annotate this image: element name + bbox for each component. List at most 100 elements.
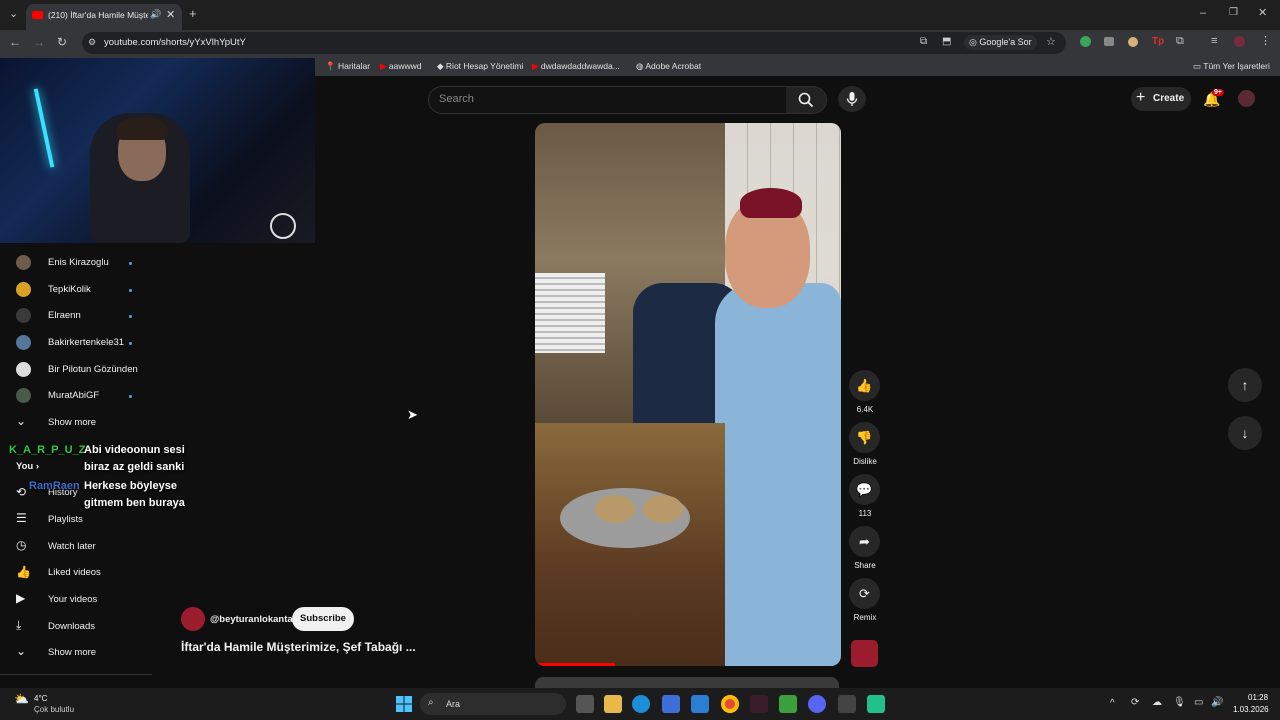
- translate-icon[interactable]: ⧉: [920, 36, 927, 47]
- ask-google-button[interactable]: ◎ Google'a Sor: [964, 35, 1037, 50]
- chrome-icon[interactable]: [721, 695, 739, 713]
- close-window-icon[interactable]: ✕: [1258, 8, 1267, 19]
- search-input[interactable]: Search: [428, 86, 788, 114]
- webcam-overlay: [0, 58, 315, 243]
- share-button[interactable]: ➦: [849, 526, 880, 557]
- clock-time[interactable]: 01:28: [1248, 693, 1268, 702]
- share-icon: ➦: [859, 534, 870, 549]
- microphone-icon[interactable]: 🎙: [1173, 697, 1186, 708]
- voice-search-button[interactable]: [838, 86, 866, 112]
- channel-avatar[interactable]: [181, 607, 205, 631]
- all-bookmarks[interactable]: ▭ Tüm Yer İşaretleri: [1193, 61, 1270, 72]
- onedrive-icon[interactable]: ☁: [1152, 697, 1162, 708]
- search-placeholder: Search: [439, 93, 474, 105]
- sidebar-item-bir-pilotun[interactable]: Bir Pilotun Gözünden: [48, 364, 138, 375]
- bookmark-label: aawwwd: [388, 61, 422, 71]
- minimize-icon[interactable]: –: [1200, 8, 1206, 19]
- taskbar-search[interactable]: ⌕ Ara: [420, 693, 566, 715]
- sidebar-item-downloads[interactable]: Downloads: [48, 621, 95, 632]
- extension-icon-3[interactable]: [1128, 37, 1138, 47]
- sidebar-item-playlists[interactable]: Playlists: [48, 514, 83, 525]
- sidebar-item-enis[interactable]: Enis Kirazoglu: [48, 257, 109, 268]
- extensions-puzzle-icon[interactable]: ⧉: [1176, 36, 1184, 47]
- reload-icon[interactable]: ↻: [57, 36, 67, 48]
- search-button[interactable]: [786, 86, 827, 114]
- channel-handle[interactable]: @beyturanlokanta: [210, 614, 293, 625]
- profile-avatar[interactable]: [1234, 36, 1245, 47]
- remix-button[interactable]: ⟳: [849, 578, 880, 609]
- extension-icon-2[interactable]: [1104, 37, 1114, 46]
- tray-app-icon[interactable]: ⟳: [1131, 697, 1139, 708]
- app-icon-3[interactable]: [867, 695, 885, 713]
- app-icon[interactable]: [779, 695, 797, 713]
- sidebar-item-liked-videos[interactable]: Liked videos: [48, 567, 101, 578]
- app-icon-2[interactable]: [838, 695, 856, 713]
- bookmark-dwda[interactable]: ▶ dwdawdaddwawda...: [532, 61, 620, 72]
- reading-list-icon[interactable]: ≡: [1211, 36, 1217, 47]
- address-bar[interactable]: ⚙ youtube.com/shorts/yYxVlhYpUtY ⧉ ⬒ ◎ G…: [82, 32, 1066, 54]
- new-tab-icon[interactable]: +: [189, 7, 197, 20]
- dislike-button[interactable]: 👎: [849, 422, 880, 453]
- windows-start-icon[interactable]: [396, 696, 412, 712]
- sound-thumbnail[interactable]: [851, 640, 878, 667]
- install-icon[interactable]: ⬒: [942, 36, 951, 47]
- account-avatar[interactable]: [1238, 90, 1255, 107]
- tray-overflow-icon[interactable]: ^: [1110, 698, 1115, 709]
- store-icon[interactable]: [662, 695, 680, 713]
- bookmark-label: dwdawdaddwawda...: [540, 61, 620, 71]
- clock-date[interactable]: 1.03.2026: [1233, 705, 1269, 714]
- remix-icon: ⟳: [859, 586, 870, 601]
- outlook-icon[interactable]: [691, 695, 709, 713]
- you-section-header[interactable]: You ›: [16, 461, 39, 472]
- create-label: Create: [1153, 93, 1185, 104]
- file-explorer-icon[interactable]: [604, 695, 622, 713]
- display-icon[interactable]: ▭: [1194, 697, 1203, 708]
- sidebar-item-muratabigf[interactable]: MuratAbiGF: [48, 390, 99, 401]
- sidebar-item-your-videos[interactable]: Your videos: [48, 594, 97, 605]
- like-button[interactable]: 👍: [849, 370, 880, 401]
- browser-tab[interactable]: (210) İftar'da Hamile Müşte 🔊 ✕: [26, 4, 182, 30]
- sidebar-item-tepkikolik[interactable]: TepkiKolik: [48, 284, 91, 295]
- show-more-button[interactable]: Show more: [48, 417, 96, 428]
- short-video-player[interactable]: [535, 123, 841, 666]
- browser-menu-icon[interactable]: ⋮: [1260, 36, 1271, 47]
- discord-icon[interactable]: [808, 695, 826, 713]
- maximize-icon[interactable]: ❐: [1229, 8, 1238, 18]
- edge-icon[interactable]: [632, 695, 650, 713]
- next-short-button[interactable]: ↓: [1228, 416, 1262, 450]
- previous-short-button[interactable]: ↑: [1228, 368, 1262, 402]
- bookmark-aawwwd[interactable]: ▶ aawwwd: [380, 61, 422, 72]
- weather-desc[interactable]: Çok bulutlu: [34, 705, 74, 714]
- tab-list-icon[interactable]: ⌄: [9, 9, 18, 20]
- url-text[interactable]: youtube.com/shorts/yYxVlhYpUtY: [104, 37, 246, 48]
- valorant-icon[interactable]: [750, 695, 768, 713]
- extension-icon-tp[interactable]: Tp: [1152, 36, 1164, 47]
- comments-button[interactable]: 💬: [849, 474, 880, 505]
- video-title[interactable]: İftar'da Hamile Müşterimize, Şef Tabağı …: [181, 640, 416, 654]
- chevron-down-icon: ⌄: [16, 644, 27, 658]
- history-icon: ⟲: [16, 485, 27, 499]
- bookmark-riot[interactable]: ◆ Riot Hesap Yönetimi: [437, 61, 523, 72]
- thumbs-down-icon: 👎: [856, 430, 873, 445]
- bookmark-acrobat[interactable]: ◍ Adobe Acrobat: [636, 61, 701, 72]
- subscribe-button[interactable]: Subscribe: [292, 607, 354, 631]
- close-tab-icon[interactable]: ✕: [166, 8, 175, 21]
- site-info-icon[interactable]: ⚙: [88, 37, 96, 48]
- back-icon[interactable]: ←: [9, 36, 21, 48]
- create-button[interactable]: + Create: [1131, 87, 1191, 111]
- bookmark-star-icon[interactable]: ☆: [1046, 35, 1056, 48]
- sidebar-item-bakirkertenkele[interactable]: Bakirkertenkele31: [48, 337, 124, 348]
- sidebar-item-watch-later[interactable]: Watch later: [48, 541, 96, 552]
- chevron-down-icon: ⌄: [16, 414, 27, 428]
- bookmark-maps[interactable]: 📍 Haritalar: [325, 61, 370, 72]
- next-short-preview[interactable]: [535, 677, 839, 688]
- weather-temp[interactable]: 4°C: [34, 694, 47, 703]
- volume-icon[interactable]: 🔊: [1211, 697, 1223, 708]
- forward-icon[interactable]: →: [33, 36, 45, 48]
- extension-icon-1[interactable]: [1080, 36, 1091, 47]
- tab-audio-icon[interactable]: 🔊: [150, 9, 161, 20]
- task-view-icon[interactable]: [576, 695, 594, 713]
- sidebar-item-elraenn[interactable]: Elraenn: [48, 310, 81, 321]
- show-more-button-2[interactable]: Show more: [48, 647, 96, 658]
- video-progress-bar[interactable]: [535, 663, 615, 666]
